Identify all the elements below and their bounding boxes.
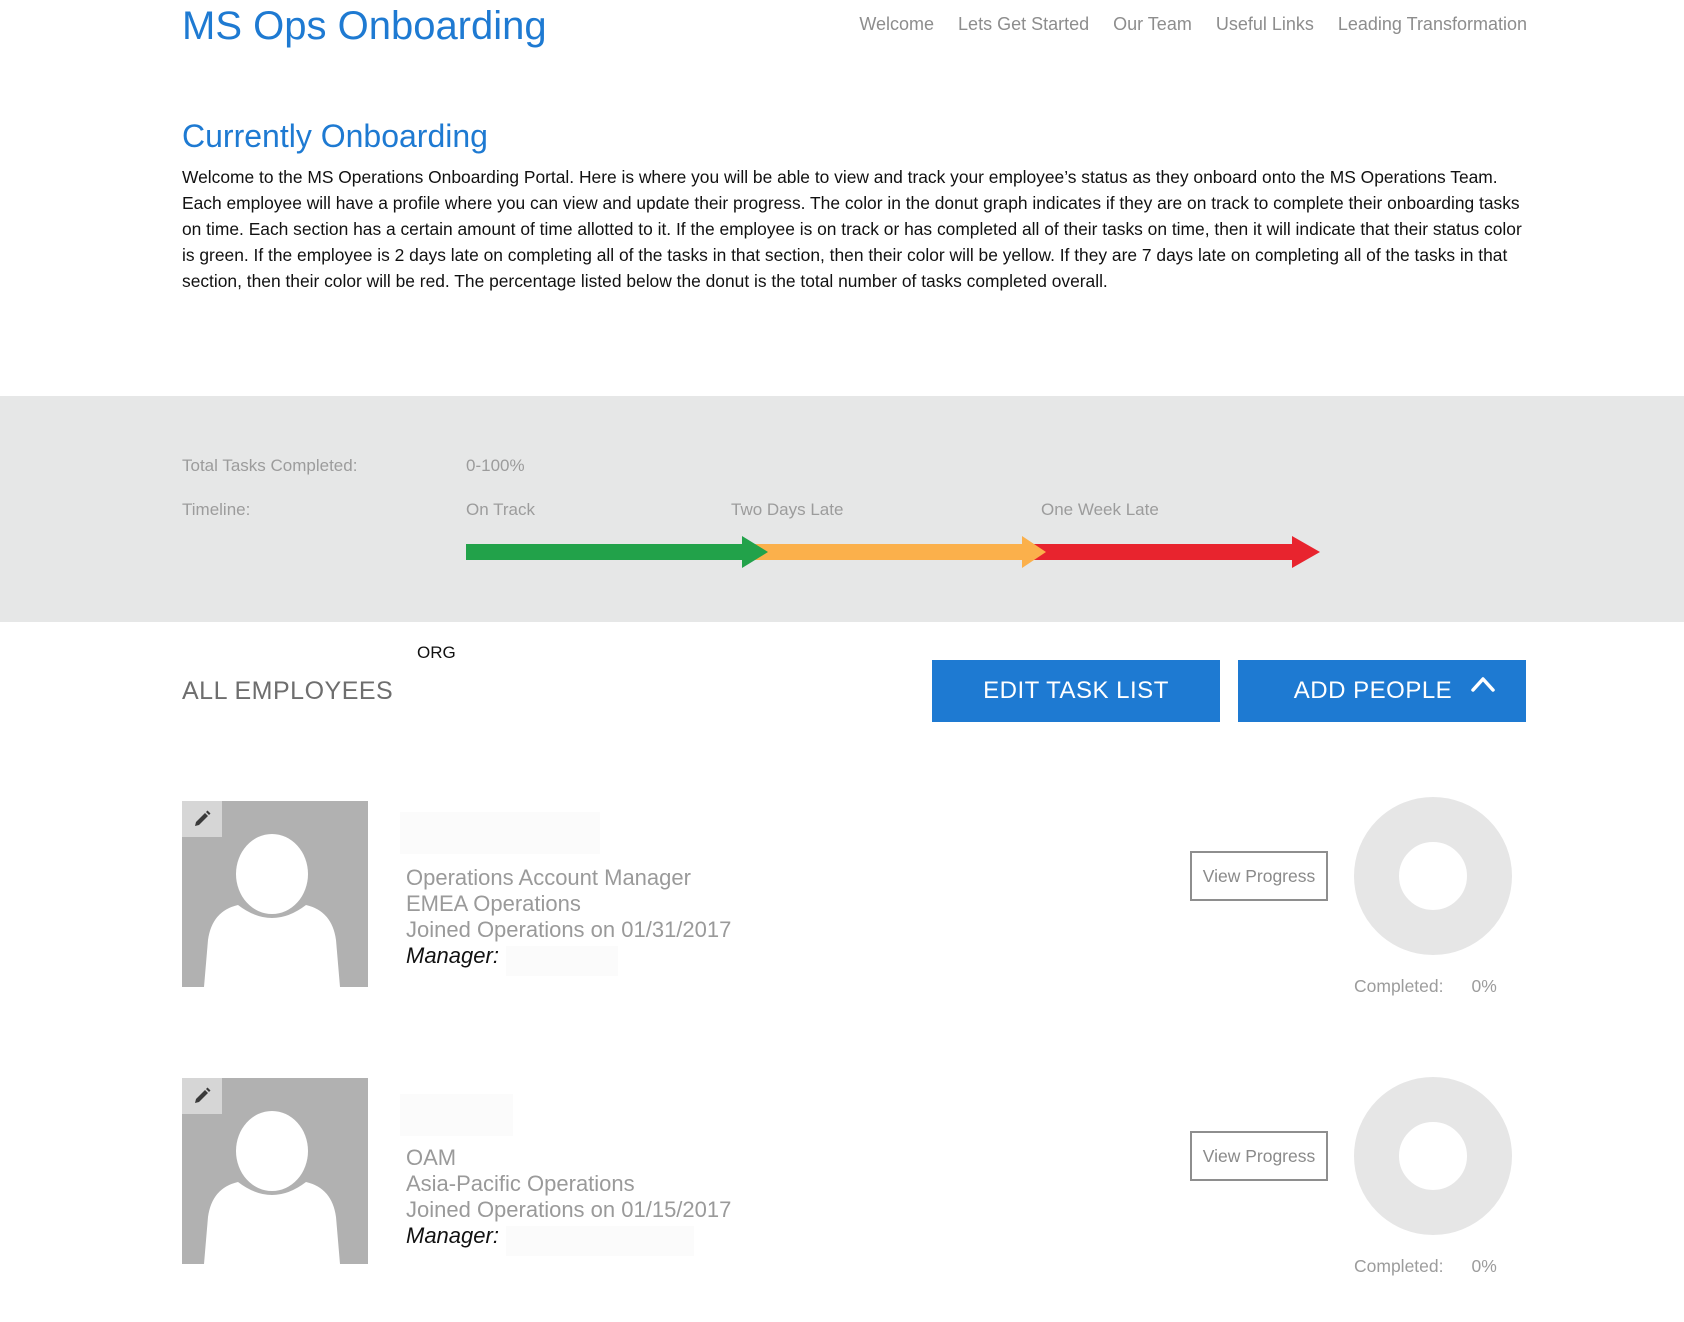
employee-name-redacted xyxy=(400,812,600,854)
edit-profile-button[interactable] xyxy=(182,1078,222,1114)
timeline-arrows xyxy=(466,536,1320,568)
manager-name-redacted xyxy=(506,1226,694,1256)
view-progress-label: View Progress xyxy=(1202,1145,1316,1166)
view-progress-label: View Progress xyxy=(1202,865,1316,886)
all-employees-heading: ALL EMPLOYEES xyxy=(182,677,394,705)
employee-card xyxy=(182,801,368,987)
employee-joined-date: Joined Operations on 01/31/2017 xyxy=(406,917,732,942)
page: MS Ops Onboarding Welcome Lets Get Start… xyxy=(0,0,1684,1322)
stage-on-track-label: On Track xyxy=(466,500,535,519)
completed-percentage: 0% xyxy=(1471,1256,1497,1276)
pencil-icon xyxy=(195,810,211,826)
employee-org: EMEA Operations xyxy=(406,891,581,916)
employee-card xyxy=(182,1078,368,1264)
arrow-yellow xyxy=(742,536,1046,568)
edit-task-list-button[interactable]: EDIT TASK LIST xyxy=(932,660,1220,722)
site-title[interactable]: MS Ops Onboarding xyxy=(182,2,547,50)
employee-joined-date: Joined Operations on 01/15/2017 xyxy=(406,1197,732,1222)
edit-profile-button[interactable] xyxy=(182,801,222,837)
progress-donut[interactable] xyxy=(1353,796,1513,956)
manager-label: Manager: xyxy=(406,943,499,968)
chevron-up-icon[interactable] xyxy=(1470,675,1496,693)
employee-title: Operations Account Manager xyxy=(406,865,691,890)
total-tasks-label: Total Tasks Completed: xyxy=(182,456,358,475)
employee-org: Asia-Pacific Operations xyxy=(406,1171,635,1196)
employee-name-redacted xyxy=(400,1094,513,1136)
view-progress-button[interactable]: View Progress xyxy=(1190,851,1328,901)
completed-summary: Completed: 0% xyxy=(1354,976,1497,997)
timeline-label: Timeline: xyxy=(182,500,251,519)
intro-paragraph: Welcome to the MS Operations Onboarding … xyxy=(182,167,1522,291)
org-filter-label[interactable]: ORG xyxy=(417,643,456,663)
manager-label: Manager: xyxy=(406,1223,499,1248)
progress-donut[interactable] xyxy=(1353,1076,1513,1236)
add-people-button[interactable]: ADD PEOPLE xyxy=(1238,660,1526,722)
completed-summary: Completed: 0% xyxy=(1354,1256,1497,1277)
pencil-icon xyxy=(195,1087,211,1103)
stage-one-week-late-label: One Week Late xyxy=(1041,500,1159,519)
nav-useful-links[interactable]: Useful Links xyxy=(1216,12,1314,36)
add-people-label: ADD PEOPLE xyxy=(1293,677,1453,704)
arrow-red xyxy=(1022,536,1320,568)
manager-name-redacted xyxy=(506,946,618,976)
edit-task-list-label: EDIT TASK LIST xyxy=(983,677,1169,704)
completed-label: Completed: xyxy=(1354,1256,1444,1276)
section-title: Currently Onboarding xyxy=(182,118,488,154)
total-tasks-range: 0-100% xyxy=(466,456,525,475)
nav-our-team[interactable]: Our Team xyxy=(1113,12,1192,36)
nav-welcome[interactable]: Welcome xyxy=(859,12,934,36)
top-nav: Welcome Lets Get Started Our Team Useful… xyxy=(859,12,1527,36)
view-progress-button[interactable]: View Progress xyxy=(1190,1131,1328,1181)
nav-leading-transformation[interactable]: Leading Transformation xyxy=(1338,12,1527,36)
completed-label: Completed: xyxy=(1354,976,1444,996)
completed-percentage: 0% xyxy=(1471,976,1497,996)
stage-two-days-late-label: Two Days Late xyxy=(731,500,844,519)
nav-lets-get-started[interactable]: Lets Get Started xyxy=(958,12,1089,36)
arrow-green xyxy=(466,536,768,568)
employee-title: OAM xyxy=(406,1145,457,1170)
